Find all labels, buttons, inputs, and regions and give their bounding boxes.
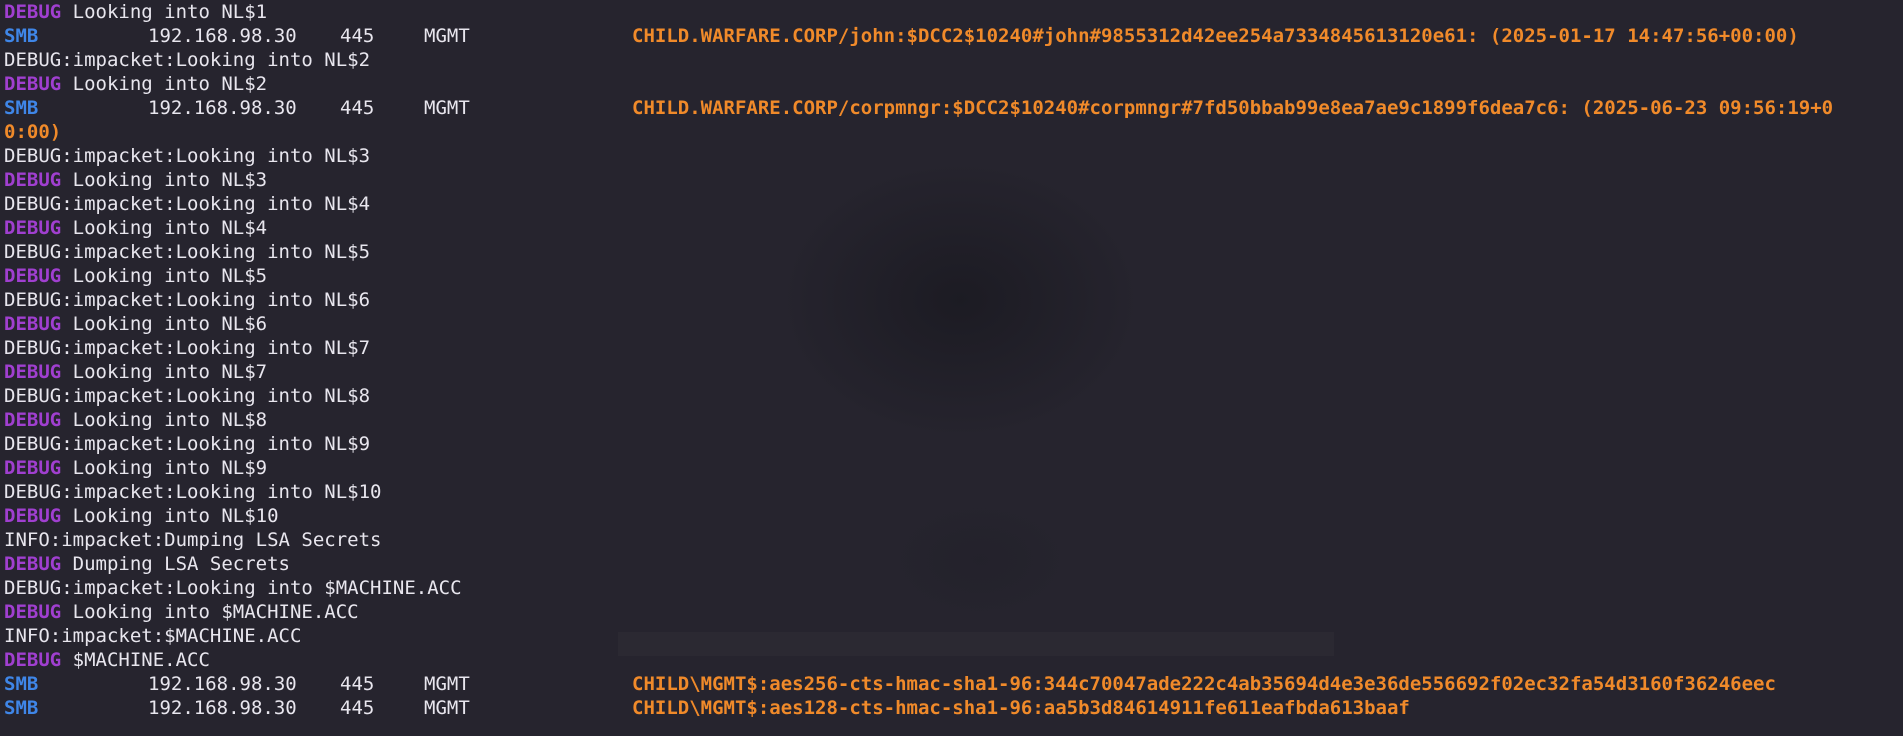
log-line: DEBUG:impacket:Looking into NL$10 bbox=[4, 481, 382, 503]
log-line: DEBUG:impacket:Looking into NL$4 bbox=[4, 193, 371, 215]
smb-tag: SMB bbox=[4, 697, 39, 719]
log-line: DEBUG Looking into NL$10 bbox=[4, 504, 1900, 528]
debug-tag: DEBUG bbox=[4, 73, 62, 95]
terminal-output: DEBUG Looking into NL$1 SMB 192.168.98.30… bbox=[4, 0, 1900, 720]
log-message: Looking into $MACHINE.ACC bbox=[61, 601, 359, 623]
target-host: MGMT bbox=[424, 25, 470, 47]
debug-tag: DEBUG bbox=[4, 553, 62, 575]
smb-result-line: SMB 192.168.98.30 445 MGMT CHILD.WARFARE.COR… bbox=[4, 24, 1900, 48]
smb-tag: SMB bbox=[4, 97, 39, 119]
debug-tag: DEBUG bbox=[4, 313, 62, 335]
debug-tag: DEBUG bbox=[4, 505, 62, 527]
target-host: MGMT bbox=[424, 97, 470, 119]
smb-result-line: SMB 192.168.98.30 445 MGMT CHILD\MGMT$:aes25… bbox=[4, 672, 1900, 696]
debug-tag: DEBUG bbox=[4, 169, 62, 191]
smb-tag: SMB bbox=[4, 673, 39, 695]
log-line: DEBUG:impacket:Looking into NL$9 bbox=[4, 433, 371, 455]
log-line: DEBUG Looking into NL$5 bbox=[4, 264, 1900, 288]
log-line: DEBUG:impacket:Looking into NL$5 bbox=[4, 241, 371, 263]
log-message: Dumping LSA Secrets bbox=[61, 553, 290, 575]
log-line: DEBUG:impacket:Looking into NL$8 bbox=[4, 385, 371, 407]
debug-tag: DEBUG bbox=[4, 457, 62, 479]
log-line: DEBUG:impacket:Looking into NL$2 bbox=[4, 49, 371, 71]
cached-credential-wrap: 0:00) bbox=[4, 121, 62, 143]
log-line: DEBUG $MACHINE.ACC bbox=[4, 648, 1900, 672]
log-line: DEBUG Looking into NL$1 bbox=[4, 0, 1900, 24]
smb-tag: SMB bbox=[4, 25, 39, 47]
log-message: Looking into NL$6 bbox=[61, 313, 268, 335]
smb-result-line: SMB 192.168.98.30 445 MGMT CHILD\MGMT$:aes12… bbox=[4, 696, 1900, 720]
log-message: $MACHINE.ACC bbox=[61, 649, 210, 671]
log-line: DEBUG Looking into NL$8 bbox=[4, 408, 1900, 432]
log-line: DEBUG:impacket:Looking into $MACHINE.ACC bbox=[4, 577, 462, 599]
debug-tag: DEBUG bbox=[4, 217, 62, 239]
log-line: DEBUG Looking into $MACHINE.ACC bbox=[4, 600, 1900, 624]
log-line: INFO:impacket:Dumping LSA Secrets bbox=[4, 529, 382, 551]
log-line: DEBUG:impacket:Looking into NL$6 bbox=[4, 289, 371, 311]
log-line: DEBUG Looking into NL$7 bbox=[4, 360, 1900, 384]
log-message: Looking into NL$8 bbox=[61, 409, 268, 431]
cached-credential: CHILD.WARFARE.CORP/john:$DCC2$10240#john… bbox=[632, 25, 1799, 47]
log-line: DEBUG:impacket:Looking into NL$3 bbox=[4, 145, 371, 167]
target-ip: 192.168.98.30 bbox=[148, 97, 297, 119]
target-port: 445 bbox=[340, 97, 375, 119]
log-line: DEBUG:impacket:Looking into NL$7 bbox=[4, 337, 371, 359]
debug-tag: DEBUG bbox=[4, 601, 62, 623]
log-message: Looking into NL$9 bbox=[61, 457, 268, 479]
debug-tag: DEBUG bbox=[4, 361, 62, 383]
target-port: 445 bbox=[340, 673, 375, 695]
log-message: Looking into NL$5 bbox=[61, 265, 268, 287]
log-line: DEBUG Looking into NL$4 bbox=[4, 216, 1900, 240]
log-message: Looking into NL$3 bbox=[61, 169, 268, 191]
debug-tag: DEBUG bbox=[4, 649, 62, 671]
target-host: MGMT bbox=[424, 697, 470, 719]
target-host: MGMT bbox=[424, 673, 470, 695]
target-ip: 192.168.98.30 bbox=[148, 673, 297, 695]
log-message: Looking into NL$1 bbox=[61, 1, 268, 23]
target-port: 445 bbox=[340, 25, 375, 47]
log-line: DEBUG Looking into NL$6 bbox=[4, 312, 1900, 336]
target-ip: 192.168.98.30 bbox=[148, 25, 297, 47]
log-message: Looking into NL$10 bbox=[61, 505, 279, 527]
debug-tag: DEBUG bbox=[4, 265, 62, 287]
target-port: 445 bbox=[340, 697, 375, 719]
log-message: Looking into NL$7 bbox=[61, 361, 268, 383]
debug-tag: DEBUG bbox=[4, 409, 62, 431]
cached-credential: CHILD.WARFARE.CORP/corpmngr:$DCC2$10240#… bbox=[632, 97, 1834, 119]
log-line: DEBUG Looking into NL$2 bbox=[4, 72, 1900, 96]
log-line: INFO:impacket:$MACHINE.ACC bbox=[4, 625, 302, 647]
log-line: DEBUG Dumping LSA Secrets bbox=[4, 552, 1900, 576]
machine-account-key: CHILD\MGMT$:aes128-cts-hmac-sha1-96:aa5b… bbox=[632, 697, 1410, 719]
terminal-window[interactable]: DEBUG Looking into NL$1 SMB 192.168.98.30… bbox=[0, 0, 1903, 736]
log-line: DEBUG Looking into NL$9 bbox=[4, 456, 1900, 480]
target-ip: 192.168.98.30 bbox=[148, 697, 297, 719]
log-message: Looking into NL$4 bbox=[61, 217, 268, 239]
log-message: Looking into NL$2 bbox=[61, 73, 268, 95]
log-line: DEBUG Looking into NL$3 bbox=[4, 168, 1900, 192]
machine-account-key: CHILD\MGMT$:aes256-cts-hmac-sha1-96:344c… bbox=[632, 673, 1776, 695]
smb-result-line: SMB 192.168.98.30 445 MGMT CHILD.WARFARE.COR… bbox=[4, 96, 1900, 120]
debug-tag: DEBUG bbox=[4, 1, 62, 23]
